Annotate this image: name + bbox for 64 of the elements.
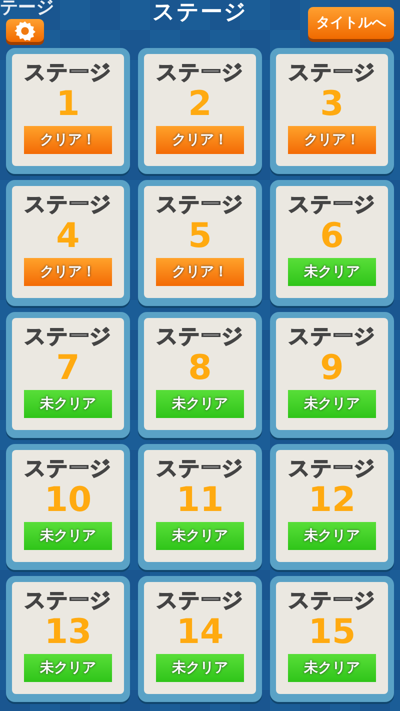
- stage-label: ステージ: [24, 191, 112, 217]
- stage-number: 15: [308, 613, 356, 651]
- stage-card[interactable]: ステージ 12 未クリア: [270, 444, 394, 570]
- stage-card[interactable]: ステージ 1 クリア！: [6, 48, 130, 174]
- stage-number: 5: [188, 217, 212, 255]
- status-badge: 未クリア: [288, 654, 376, 682]
- status-badge: クリア！: [24, 126, 112, 154]
- stage-label: ステージ: [24, 587, 112, 613]
- status-badge: クリア！: [156, 258, 244, 286]
- stage-label: ステージ: [156, 455, 244, 481]
- stage-number: 1: [56, 85, 80, 123]
- stage-label: ステージ: [24, 323, 112, 349]
- status-badge: クリア！: [24, 258, 112, 286]
- stage-card[interactable]: ステージ 3 クリア！: [270, 48, 394, 174]
- status-badge: 未クリア: [24, 654, 112, 682]
- stage-number: 2: [188, 85, 212, 123]
- stage-number: 11: [176, 481, 224, 519]
- status-badge: クリア！: [288, 126, 376, 154]
- stage-card[interactable]: ステージ 15 未クリア: [270, 576, 394, 702]
- page-title: テージ: [0, 0, 54, 18]
- status-badge: 未クリア: [24, 522, 112, 550]
- stage-label: ステージ: [156, 323, 244, 349]
- stage-label: ステージ: [156, 191, 244, 217]
- stage-card[interactable]: ステージ 13 未クリア: [6, 576, 130, 702]
- stage-card[interactable]: ステージ 9 未クリア: [270, 312, 394, 438]
- stage-number: 9: [320, 349, 344, 387]
- stage-label: ステージ: [24, 59, 112, 85]
- stage-label: ステージ: [288, 323, 376, 349]
- stage-card[interactable]: ステージ 4 クリア！: [6, 180, 130, 306]
- stage-card[interactable]: ステージ 2 クリア！: [138, 48, 262, 174]
- stage-card[interactable]: ステージ 8 未クリア: [138, 312, 262, 438]
- stage-label: ステージ: [288, 59, 376, 85]
- stage-card[interactable]: ステージ 10 未クリア: [6, 444, 130, 570]
- stage-number: 13: [44, 613, 92, 651]
- stage-number: 12: [308, 481, 356, 519]
- status-badge: 未クリア: [24, 390, 112, 418]
- stage-number: 6: [320, 217, 344, 255]
- stage-label: ステージ: [288, 455, 376, 481]
- stage-label: ステージ: [288, 191, 376, 217]
- stage-card[interactable]: ステージ 6 未クリア: [270, 180, 394, 306]
- page-title: ステージ: [152, 0, 248, 27]
- status-badge: 未クリア: [288, 522, 376, 550]
- stage-number: 3: [320, 85, 344, 123]
- stage-label: ステージ: [156, 59, 244, 85]
- stage-number: 7: [56, 349, 80, 387]
- stage-card[interactable]: ステージ 14 未クリア: [138, 576, 262, 702]
- stage-number: 8: [188, 349, 212, 387]
- stage-label: ステージ: [24, 455, 112, 481]
- stage-label: ステージ: [156, 587, 244, 613]
- status-badge: 未クリア: [156, 654, 244, 682]
- stage-card[interactable]: ステージ 7 未クリア: [6, 312, 130, 438]
- stage-number: 10: [44, 481, 92, 519]
- stage-card[interactable]: ステージ 5 クリア！: [138, 180, 262, 306]
- settings-button[interactable]: [6, 19, 44, 42]
- stage-number: 14: [176, 613, 224, 651]
- status-badge: 未クリア: [156, 522, 244, 550]
- status-badge: クリア！: [156, 126, 244, 154]
- stage-label: ステージ: [288, 587, 376, 613]
- stage-card[interactable]: ステージ 11 未クリア: [138, 444, 262, 570]
- status-badge: 未クリア: [288, 258, 376, 286]
- status-badge: 未クリア: [156, 390, 244, 418]
- stage-number: 4: [56, 217, 80, 255]
- status-badge: 未クリア: [288, 390, 376, 418]
- settings-icon: [14, 20, 36, 42]
